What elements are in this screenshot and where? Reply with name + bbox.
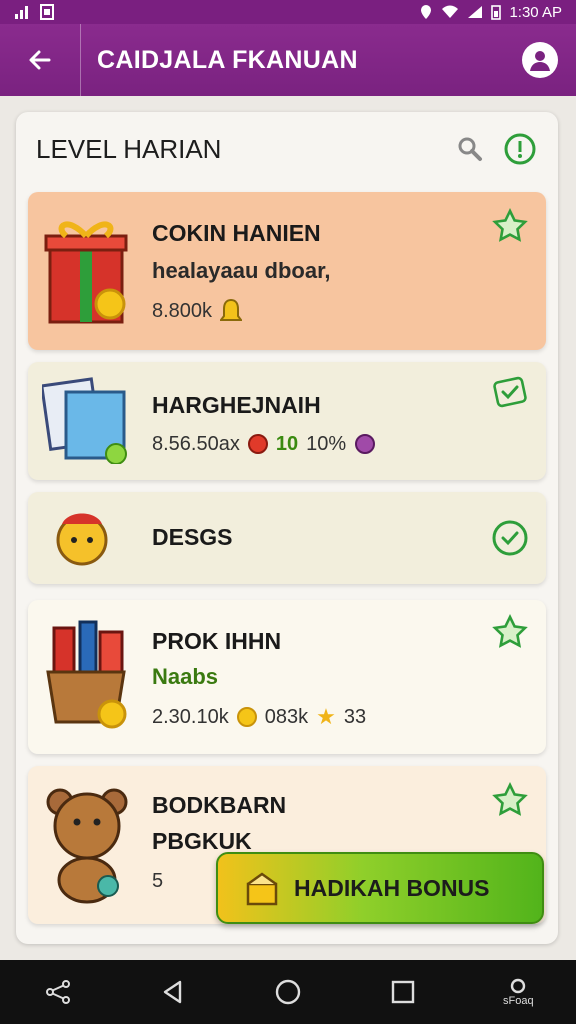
- gift-box-icon: [44, 221, 128, 324]
- wifi-icon: [442, 5, 459, 18]
- square-icon: [391, 980, 415, 1004]
- star-icon: [492, 614, 528, 648]
- status-time: 1:30 AP: [509, 3, 562, 21]
- app-title: CAIDJALA FKANUAN: [97, 45, 358, 74]
- task-stat-3: 33: [343, 705, 367, 728]
- panel-header: LEVEL HARIAN: [16, 112, 558, 186]
- task-stat-3: 10%: [306, 432, 347, 455]
- extra-nav-button[interactable]: sFoaq: [488, 967, 548, 1017]
- task-card-1[interactable]: COKIN HANIEN healayaau dboar, 8.800k: [28, 192, 546, 350]
- home-circle-icon: [275, 979, 301, 1005]
- extra-nav-label: sFoaq: [503, 995, 534, 1007]
- task-meta: 2.30.10k 083k ★ 33: [152, 704, 366, 730]
- info-button[interactable]: [502, 131, 538, 167]
- cell-signal-icon: [468, 6, 483, 18]
- task-reward: 8.800k: [152, 299, 213, 322]
- dot-icon: [511, 978, 526, 994]
- status-bar: 1:30 AP: [0, 0, 576, 24]
- gold-star-icon: ★: [316, 704, 336, 729]
- task-status[interactable]: [490, 612, 530, 652]
- bonus-button[interactable]: HADIKAH BONUS: [216, 852, 544, 924]
- bear-icon: [46, 788, 128, 904]
- triangle-back-icon: [163, 980, 181, 1004]
- location-icon: [421, 5, 432, 19]
- task-reward: 8.56.50ax: [152, 432, 240, 455]
- folder-icon: [42, 377, 127, 464]
- task-name: DESGS: [152, 524, 233, 550]
- back-nav-button[interactable]: [143, 967, 203, 1017]
- sim-icon: [40, 4, 54, 20]
- task-card-2[interactable]: HARGHEJNAIH 8.56.50ax 10 10%: [28, 362, 546, 480]
- task-meta: 8.56.50ax 10 10%: [152, 432, 378, 456]
- clock-check-icon: [492, 520, 528, 556]
- panel-title: LEVEL HARIAN: [36, 133, 222, 164]
- daily-level-panel: LEVEL HARIAN COKIN HANIEN healayaau dboa…: [16, 112, 558, 944]
- share-icon: [45, 980, 70, 1004]
- app-bar: CAIDJALA FKANUAN: [0, 24, 576, 96]
- task-name: BODKBARN: [152, 792, 287, 818]
- recents-nav-button[interactable]: [373, 967, 433, 1017]
- task-card-3[interactable]: DESGS: [28, 492, 546, 584]
- task-meta: 8.800k: [152, 298, 243, 324]
- task-status[interactable]: [490, 518, 530, 558]
- task-reward: 5: [152, 870, 164, 892]
- coin-icon: [236, 707, 257, 727]
- ruby-icon: [247, 434, 268, 454]
- task-name: COKIN HANIEN: [152, 220, 321, 246]
- task-status[interactable]: [490, 372, 530, 412]
- back-button[interactable]: [0, 24, 81, 96]
- task-status[interactable]: [490, 780, 530, 820]
- info-icon: [504, 133, 536, 165]
- arrow-left-icon: [29, 50, 51, 70]
- task-stat-2: 083k: [264, 705, 309, 728]
- task-name: HARGHEJNAIH: [152, 392, 321, 418]
- task-card-4[interactable]: PROK IHHN Naabs 2.30.10k 083k ★ 33: [28, 600, 546, 754]
- search-icon: [458, 137, 482, 161]
- task-stat-2: 10: [275, 432, 299, 455]
- bonus-label: HADIKAH BONUS: [294, 874, 490, 901]
- cake-icon: [246, 872, 278, 906]
- navigation-bar: sFoaq: [0, 960, 576, 1024]
- basket-icon: [46, 620, 127, 729]
- task-reward: 2.30.10k: [152, 705, 229, 728]
- bell-icon: [220, 298, 243, 321]
- task-subtitle: healayaau dboar,: [152, 258, 331, 283]
- check-badge-icon: [493, 376, 527, 408]
- share-nav-button[interactable]: [28, 967, 88, 1017]
- user-icon: [530, 51, 550, 71]
- task-status[interactable]: [490, 206, 530, 246]
- character-icon: [56, 513, 108, 566]
- task-name: PROK IHHN: [152, 628, 282, 654]
- signal-icon: [15, 6, 28, 19]
- profile-button[interactable]: [522, 42, 558, 78]
- search-button[interactable]: [452, 131, 488, 167]
- battery-icon: [491, 5, 502, 20]
- potion-icon: [355, 434, 376, 454]
- star-icon: [492, 208, 528, 242]
- task-subtitle: PBGKUK: [152, 828, 252, 854]
- task-subtitle: Naabs: [152, 664, 219, 689]
- star-icon: [492, 782, 528, 816]
- task-meta: 5: [152, 870, 163, 893]
- home-nav-button[interactable]: [258, 967, 318, 1017]
